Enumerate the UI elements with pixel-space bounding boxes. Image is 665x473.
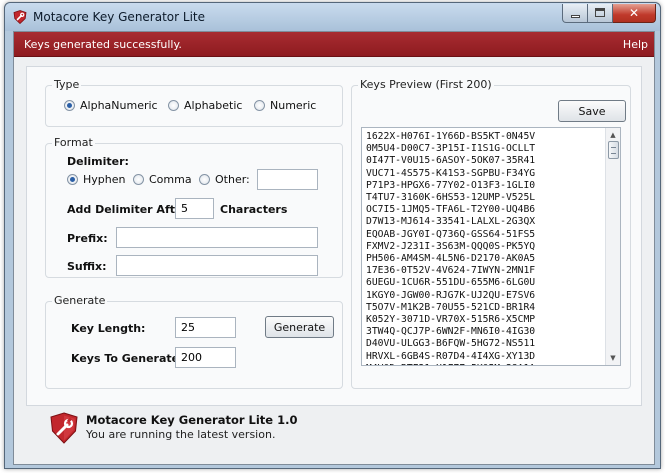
- keys-to-generate-input[interactable]: [175, 347, 236, 368]
- radio-alphanumeric-label: AlphaNumeric: [80, 99, 158, 112]
- type-group-title: Type: [52, 78, 82, 91]
- other-delimiter-input[interactable]: [257, 169, 318, 190]
- title-bar[interactable]: Motacore Key Generator Lite ✕: [5, 3, 660, 31]
- type-group: Type AlphaNumeric Alphabetic Numeric: [45, 78, 343, 127]
- maximize-icon: [595, 8, 605, 17]
- window-title: Motacore Key Generator Lite: [33, 10, 205, 24]
- shield-wrench-icon: [13, 10, 27, 24]
- key-line: 3TW4Q-QCJ7P-6WN2F-MN6I0-4IG30: [366, 326, 536, 338]
- footer-update-status: You are running the latest version.: [86, 428, 276, 441]
- scroll-thumb[interactable]: [608, 141, 619, 159]
- key-length-label: Key Length:: [71, 322, 146, 335]
- help-link[interactable]: Help: [623, 38, 648, 51]
- characters-label: Characters: [220, 203, 288, 216]
- radio-hyphen-dot[interactable]: [67, 174, 78, 185]
- radio-hyphen-label: Hyphen: [83, 173, 126, 186]
- minimize-button[interactable]: [562, 4, 588, 23]
- key-length-input[interactable]: [175, 317, 236, 338]
- key-line: VUC71-4S575-K41S3-SGPBU-F34YG: [366, 167, 536, 179]
- shield-wrench-logo-icon: [50, 412, 78, 444]
- radio-hyphen[interactable]: Hyphen: [67, 173, 125, 186]
- radio-numeric-dot[interactable]: [254, 100, 265, 111]
- key-line: T5O7V-M1K2B-70U55-521CD-BR1R4: [366, 301, 536, 313]
- key-line: HRVXL-6GB4S-R07D4-4I4XG-XY13D: [366, 350, 536, 362]
- format-group-title: Format: [52, 136, 95, 149]
- minimize-icon: [571, 15, 580, 18]
- radio-other-label: Other:: [215, 173, 250, 186]
- format-group: Format Delimiter: Hyphen Comma Other: Ad…: [45, 136, 343, 278]
- key-line: K052Y-3071D-VR70X-515R6-X5CMP: [366, 314, 536, 326]
- status-message: Keys generated successfully.: [24, 38, 182, 51]
- radio-numeric-label: Numeric: [270, 99, 317, 112]
- key-line: 1KGY0-JGW00-RJG7K-UJ2QU-E7SV6: [366, 289, 536, 301]
- maximize-button[interactable]: [588, 4, 613, 23]
- key-line: EQOAB-JGY0I-Q736Q-GSS64-51FS5: [366, 228, 536, 240]
- keys-preview-group: Keys Preview (First 200) Save 1622X-H076…: [351, 78, 631, 389]
- scroll-up-icon[interactable]: ▲: [606, 128, 620, 142]
- client-area: Keys generated successfully. Help Type A…: [13, 31, 655, 465]
- key-line: 1622X-H076I-1Y66D-BS5KT-0N45V: [366, 131, 536, 142]
- key-line: P71P3-HPGX6-77Y02-O13F3-1GLI0: [366, 179, 536, 191]
- keys-scrollbar[interactable]: ▲ ▼: [605, 128, 620, 365]
- suffix-label: Suffix:: [67, 260, 107, 273]
- save-button[interactable]: Save: [558, 100, 626, 122]
- generate-group-title: Generate: [52, 294, 108, 307]
- radio-comma-label: Comma: [149, 173, 192, 186]
- scroll-down-icon[interactable]: ▼: [606, 351, 620, 365]
- app-window: Motacore Key Generator Lite ✕ Keys gener…: [4, 2, 661, 469]
- radio-comma-dot[interactable]: [133, 174, 144, 185]
- radio-other[interactable]: Other:: [199, 173, 250, 186]
- radio-alphanumeric[interactable]: AlphaNumeric: [64, 99, 158, 112]
- keys-list: 1622X-H076I-1Y66D-BS5KT-0N45V 0M5U4-D00C7…: [366, 131, 536, 365]
- status-bar: Keys generated successfully. Help: [14, 32, 654, 57]
- keys-to-generate-label: Keys To Generate:: [71, 352, 184, 365]
- key-line: M4V0D-RTF21-X1F77-5K05M-28A1A: [366, 363, 535, 365]
- footer-app-version: Motacore Key Generator Lite 1.0: [86, 413, 298, 427]
- keys-preview-title: Keys Preview (First 200): [358, 78, 494, 91]
- radio-numeric[interactable]: Numeric: [254, 99, 316, 112]
- keys-preview-list[interactable]: 1622X-H076I-1Y66D-BS5KT-0N45V 0M5U4-D00C7…: [361, 127, 621, 366]
- generate-button[interactable]: Generate: [265, 316, 334, 338]
- radio-other-dot[interactable]: [199, 174, 210, 185]
- close-button[interactable]: ✕: [613, 4, 656, 23]
- suffix-input[interactable]: [116, 255, 318, 276]
- key-line: 0M5U4-D00C7-3P15I-I1S1G-OCLLT: [366, 143, 536, 155]
- key-line: 17E36-0T52V-4V624-7IWYN-2MN1F: [366, 265, 536, 277]
- key-line: D40VU-ULGG3-B6FQW-5HG72-NS511: [366, 338, 536, 350]
- radio-alphabetic-dot[interactable]: [168, 100, 179, 111]
- radio-alphanumeric-dot[interactable]: [64, 100, 75, 111]
- generate-group: Generate Key Length: Generate Keys To Ge…: [45, 294, 343, 389]
- key-line: 0I47T-V0U15-6ASOY-5OK07-35R41: [366, 155, 536, 167]
- key-line: D7W13-MJ614-33541-LALXL-2G3QX: [366, 216, 536, 228]
- radio-comma[interactable]: Comma: [133, 173, 192, 186]
- radio-alphabetic[interactable]: Alphabetic: [168, 99, 242, 112]
- key-line: PH506-AM4SM-4L5N6-D2170-AK0A5: [366, 253, 536, 265]
- delimiter-label: Delimiter:: [67, 155, 129, 168]
- close-icon: ✕: [628, 6, 640, 20]
- radio-alphabetic-label: Alphabetic: [184, 99, 243, 112]
- key-line: 6UEGU-1CU6R-551DU-655M6-6LG0U: [366, 277, 536, 289]
- add-delimiter-after-input[interactable]: [175, 198, 214, 219]
- key-line: OC7I5-1JMQ5-TFA6L-T2Y00-UQ4B6: [366, 204, 536, 216]
- prefix-input[interactable]: [116, 227, 318, 248]
- prefix-label: Prefix:: [67, 232, 108, 245]
- key-line: FXMV2-J231I-3S63M-QQQ0S-PK5YQ: [366, 240, 536, 252]
- add-delimiter-after-label: Add Delimiter After:: [67, 203, 193, 216]
- main-panel: Type AlphaNumeric Alphabetic Numeric For…: [26, 66, 642, 406]
- key-line: T4TU7-3160K-6HS53-12UMP-V525L: [366, 192, 536, 204]
